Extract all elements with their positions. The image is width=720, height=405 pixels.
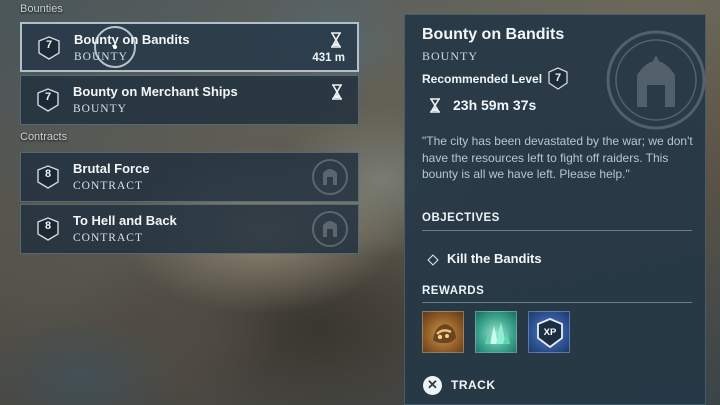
rewards-heading: REWARDS — [422, 285, 485, 297]
rewards-divider — [422, 302, 692, 303]
quest-level: 8 — [44, 168, 52, 180]
track-button[interactable]: ✕ TRACK — [423, 376, 503, 396]
quest-level: 7 — [44, 91, 52, 103]
bounty-emblem-icon — [606, 30, 706, 130]
xp-label: XP — [543, 327, 557, 338]
crystals-icon — [485, 322, 510, 344]
recommended-level-label: Recommended Level — [422, 72, 543, 86]
detail-type: Bounty — [422, 49, 478, 63]
track-label: TRACK — [451, 378, 496, 392]
chest-loot-icon — [433, 324, 456, 344]
quest-card-to-hell-and-back[interactable]: 8 To Hell and Back Contract — [20, 204, 359, 254]
mercenary-emblem-icon — [312, 211, 348, 247]
section-label-bounties: Bounties — [20, 3, 63, 15]
recommended-level-value: 7 — [554, 72, 562, 84]
mercenary-emblem-icon — [312, 159, 348, 195]
quest-distance: 431 m — [312, 52, 345, 64]
objective-text: Kill the Bandits — [447, 251, 542, 266]
quest-type: Contract — [73, 232, 143, 244]
quest-title: To Hell and Back — [73, 213, 177, 228]
quest-card-bounty-on-bandits[interactable]: 7 Bounty on Bandits Bounty 431 m — [20, 22, 359, 72]
quest-level: 7 — [45, 39, 53, 51]
objectives-divider — [422, 230, 692, 231]
reward-chest-loot[interactable] — [422, 311, 464, 353]
reward-xp[interactable]: XP — [528, 311, 570, 353]
quest-type: Contract — [73, 180, 143, 192]
hourglass-icon — [430, 98, 440, 113]
detail-title: Bounty on Bandits — [422, 26, 565, 43]
quest-level: 8 — [44, 220, 52, 232]
objective-diamond-icon — [427, 254, 439, 266]
quest-description: "The city has been devastated by the war… — [422, 134, 693, 181]
quest-detail-panel: Bounty on Bandits Bounty Recommended Lev… — [404, 14, 706, 405]
quest-title: Brutal Force — [73, 161, 150, 176]
quest-title: Bounty on Merchant Ships — [73, 84, 238, 99]
quest-type: Bounty — [73, 103, 127, 115]
quest-card-bounty-on-merchant-ships[interactable]: 7 Bounty on Merchant Ships Bounty — [20, 75, 359, 125]
section-label-contracts: Contracts — [20, 131, 68, 143]
objectives-heading: OBJECTIVES — [422, 212, 500, 224]
x-button-glyph: ✕ — [427, 377, 438, 392]
hourglass-icon — [332, 84, 342, 100]
quest-card-brutal-force[interactable]: 8 Brutal Force Contract — [20, 152, 359, 202]
controller-cursor-dot — [113, 45, 117, 49]
hourglass-icon — [331, 32, 341, 48]
time-remaining: 23h 59m 37s — [453, 97, 537, 113]
reward-crystals[interactable] — [475, 311, 517, 353]
